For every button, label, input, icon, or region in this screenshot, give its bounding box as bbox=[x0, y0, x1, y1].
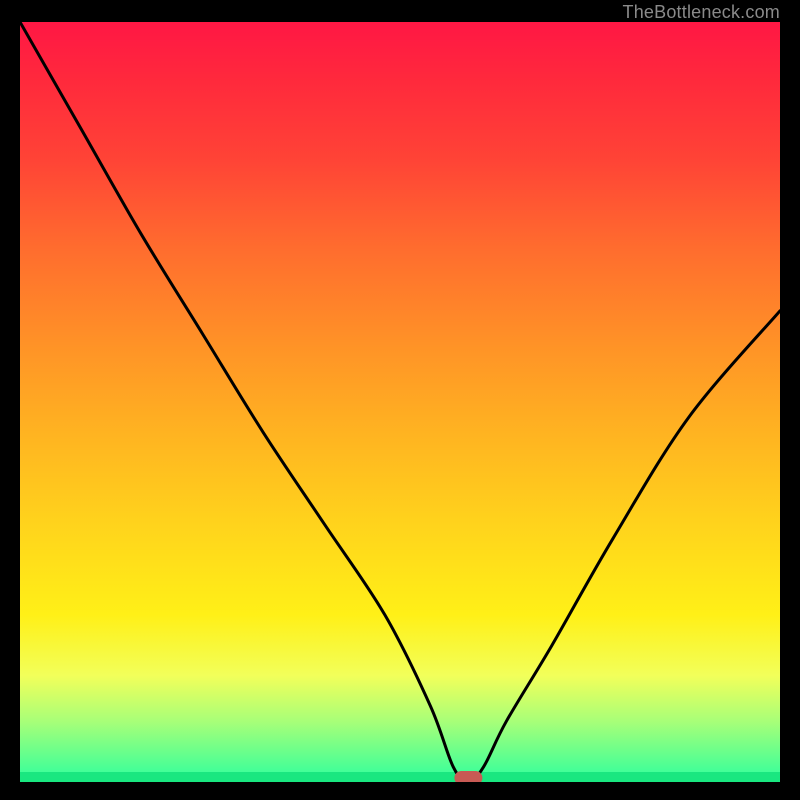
watermark-text: TheBottleneck.com bbox=[623, 2, 780, 23]
plot-area bbox=[20, 22, 780, 782]
